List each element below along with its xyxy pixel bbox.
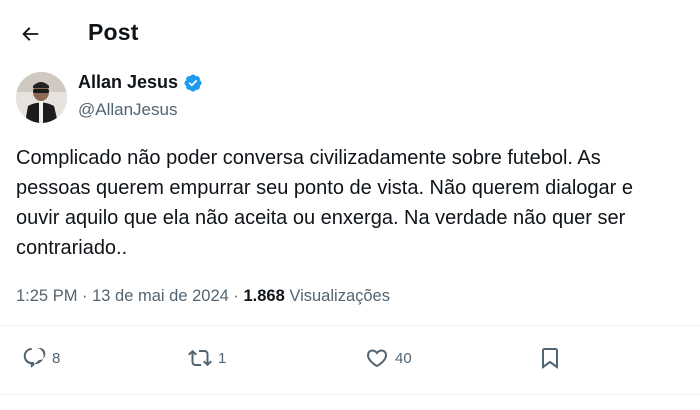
like-count: 40 (395, 349, 412, 367)
tweet-time[interactable]: 1:25 PM (16, 287, 77, 305)
author-handle[interactable]: @AllanJesus (78, 100, 177, 120)
author-display-name[interactable]: Allan Jesus (78, 72, 178, 93)
bookmark-icon (542, 348, 558, 369)
heart-icon (366, 349, 388, 368)
like-button[interactable]: 40 (365, 346, 412, 370)
tweet-text-line: pessoas querem empurrar seu ponto de vis… (16, 177, 634, 199)
tweet-text-line: ouvir aquilo que ela não aceita ou enxer… (16, 207, 626, 229)
avatar[interactable] (16, 72, 67, 123)
tweet-text-line: Complicado não poder conversa civilizada… (16, 147, 601, 169)
reply-count: 8 (52, 349, 61, 367)
divider (0, 325, 700, 326)
tweet-text: Complicado não poder conversa civilizada… (16, 143, 700, 263)
views-label[interactable]: Visualizações (285, 287, 390, 305)
repost-icon (188, 349, 212, 367)
page-title: Post (88, 19, 139, 45)
tweet-date[interactable]: 13 de mai de 2024 (92, 287, 229, 305)
meta-separator: · (228, 287, 244, 305)
bookmark-button[interactable] (538, 346, 562, 370)
tweet-meta: 1:25 PM · 13 de mai de 2024 · 1.868 Visu… (16, 287, 390, 306)
author-name-row[interactable]: Allan Jesus (78, 72, 203, 93)
repost-count: 1 (218, 349, 227, 367)
reply-button[interactable]: 8 (22, 346, 60, 370)
top-bar: Post (0, 0, 700, 68)
divider (0, 394, 700, 395)
verified-badge-icon (183, 73, 203, 93)
reply-icon (23, 348, 46, 368)
views-count[interactable]: 1.868 (244, 287, 285, 305)
back-button[interactable] (14, 18, 46, 50)
avatar-image (16, 72, 67, 123)
meta-separator: · (77, 287, 93, 305)
tweet-text-line: contrariado.. (16, 237, 128, 259)
arrow-left-icon (22, 27, 39, 41)
repost-button[interactable]: 1 (188, 346, 226, 370)
